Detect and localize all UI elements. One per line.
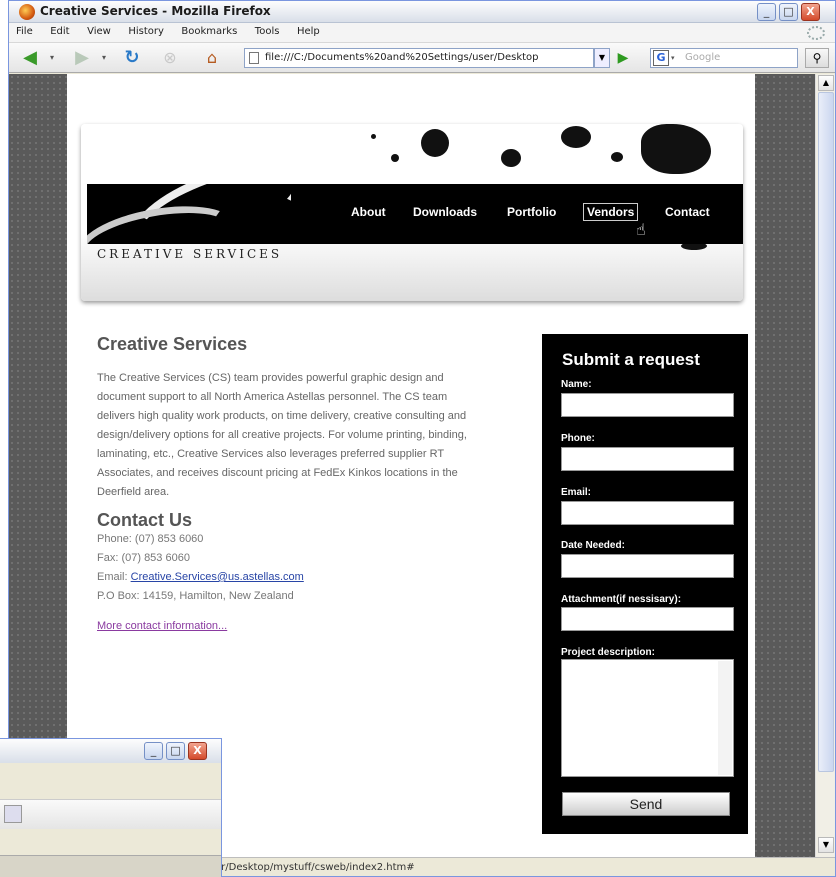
nav-downloads[interactable]: Downloads bbox=[413, 205, 477, 219]
contact-heading: Contact Us bbox=[97, 510, 193, 530]
hand-cursor-icon: ☝ bbox=[636, 220, 646, 239]
phone-label: Phone: bbox=[561, 433, 595, 444]
textarea-scrollbar[interactable] bbox=[718, 661, 732, 775]
menu-tools[interactable]: Tools bbox=[248, 23, 287, 37]
site-header: CREATIVE SERVICES About Downloads Portfo… bbox=[81, 124, 743, 301]
date-label: Date Needed: bbox=[561, 540, 625, 551]
second-maximize-button[interactable]: □ bbox=[166, 742, 185, 760]
go-arrow-icon[interactable]: ▶ bbox=[614, 48, 632, 68]
menu-history[interactable]: History bbox=[121, 23, 171, 37]
search-box[interactable]: G ▾ Google bbox=[650, 48, 798, 68]
search-engine-dropdown-icon[interactable]: ▾ bbox=[671, 49, 675, 67]
menu-view[interactable]: View bbox=[80, 23, 118, 37]
page-heading: Creative Services bbox=[97, 334, 248, 354]
cs-logo[interactable] bbox=[87, 184, 293, 244]
second-minimize-button[interactable]: _ bbox=[144, 742, 163, 760]
intro-paragraph: The Creative Services (CS) team provides… bbox=[97, 372, 467, 498]
email-label: Email: bbox=[97, 571, 131, 583]
menu-help[interactable]: Help bbox=[290, 23, 327, 37]
contact-phone: Phone: (07) 853 6060 bbox=[97, 533, 204, 545]
name-input[interactable] bbox=[561, 393, 734, 417]
scroll-down-icon[interactable]: ▼ bbox=[818, 837, 834, 853]
more-contact-link[interactable]: More contact information... bbox=[97, 620, 487, 632]
window-title: Creative Services - Mozilla Firefox bbox=[40, 4, 271, 18]
ink-splat bbox=[501, 149, 521, 167]
minimize-button[interactable]: _ bbox=[757, 3, 776, 21]
title-bar[interactable]: Creative Services - Mozilla Firefox _ □ … bbox=[9, 1, 835, 23]
second-window-toolbar bbox=[0, 799, 221, 829]
date-input[interactable] bbox=[561, 554, 734, 578]
maximize-button[interactable]: □ bbox=[779, 3, 798, 21]
email-link[interactable]: Creative.Services@us.astellas.com bbox=[131, 571, 304, 583]
stop-icon[interactable]: ⊗ bbox=[157, 48, 183, 68]
ink-splat bbox=[561, 126, 591, 148]
email-input[interactable] bbox=[561, 501, 734, 525]
back-dropdown-icon[interactable]: ▾ bbox=[45, 48, 59, 68]
magnifier-icon[interactable]: ⚲ bbox=[805, 48, 829, 68]
second-close-button[interactable]: X bbox=[188, 742, 207, 760]
scroll-up-icon[interactable]: ▲ bbox=[818, 75, 834, 91]
second-window[interactable]: _ □ X bbox=[0, 738, 222, 877]
form-title: Submit a request bbox=[562, 350, 700, 369]
second-window-titlebar[interactable]: _ □ X bbox=[0, 739, 221, 763]
reload-icon[interactable]: ↻ bbox=[119, 48, 145, 68]
url-bar[interactable]: file:///C:/Documents%20and%20Settings/us… bbox=[244, 48, 594, 68]
search-placeholder: Google bbox=[685, 52, 721, 63]
main-content: Creative Services The Creative Services … bbox=[97, 334, 487, 632]
attachment-label: Attachment(if nessisary): bbox=[561, 594, 682, 605]
contact-fax: Fax: (07) 853 6060 bbox=[97, 552, 190, 564]
second-magnifier-icon[interactable] bbox=[4, 805, 22, 823]
throbber-icon bbox=[807, 26, 825, 40]
nav-about[interactable]: About bbox=[351, 205, 386, 219]
forward-dropdown-icon[interactable]: ▾ bbox=[97, 48, 111, 68]
menu-file[interactable]: File bbox=[9, 23, 40, 37]
home-icon[interactable]: ⌂ bbox=[199, 48, 225, 68]
nav-vendors[interactable]: Vendors bbox=[583, 203, 639, 221]
nav-contact[interactable]: Contact bbox=[665, 205, 710, 219]
ink-splat bbox=[391, 154, 399, 162]
contact-email: Email: Creative.Services@us.astellas.com bbox=[97, 568, 487, 587]
back-arrow-icon[interactable]: ◀ bbox=[17, 48, 43, 68]
menu-bookmarks[interactable]: Bookmarks bbox=[174, 23, 244, 37]
url-text: file:///C:/Documents%20and%20Settings/us… bbox=[265, 52, 539, 63]
page-scrollbar[interactable]: ▲ ▼ bbox=[815, 74, 835, 857]
menu-edit[interactable]: Edit bbox=[43, 23, 76, 37]
brand-name: CREATIVE SERVICES bbox=[97, 247, 283, 261]
description-textarea[interactable] bbox=[561, 659, 734, 777]
phone-input[interactable] bbox=[561, 447, 734, 471]
description-label: Project description: bbox=[561, 647, 655, 658]
request-form: Submit a request Name: Phone: Email: Dat… bbox=[542, 334, 748, 834]
menu-bar: File Edit View History Bookmarks Tools H… bbox=[9, 23, 835, 43]
ink-splat bbox=[371, 134, 376, 139]
google-search-icon[interactable]: G bbox=[653, 50, 669, 66]
forward-arrow-icon[interactable]: ▶ bbox=[69, 48, 95, 68]
status-text: er/Desktop/mystuff/csweb/index2.htm# bbox=[215, 862, 415, 873]
scroll-thumb[interactable] bbox=[818, 92, 834, 772]
ink-splat bbox=[421, 129, 449, 157]
ink-splat bbox=[611, 152, 623, 162]
attachment-input[interactable] bbox=[561, 607, 734, 631]
contact-pobox: P.O Box: 14159, Hamilton, New Zealand bbox=[97, 590, 294, 602]
ink-splat bbox=[641, 124, 711, 174]
page-icon bbox=[249, 52, 259, 64]
nav-portfolio[interactable]: Portfolio bbox=[507, 205, 556, 219]
firefox-icon bbox=[19, 4, 35, 20]
close-button[interactable]: X bbox=[801, 3, 820, 21]
navigation-toolbar: ◀ ▾ ▶ ▾ ↻ ⊗ ⌂ file:///C:/Documents%20and… bbox=[9, 43, 835, 73]
second-window-statusbar bbox=[0, 855, 221, 877]
url-dropdown-icon[interactable]: ▼ bbox=[594, 48, 610, 68]
name-label: Name: bbox=[561, 379, 592, 390]
email-label: Email: bbox=[561, 487, 592, 498]
send-button[interactable]: Send bbox=[562, 792, 730, 816]
